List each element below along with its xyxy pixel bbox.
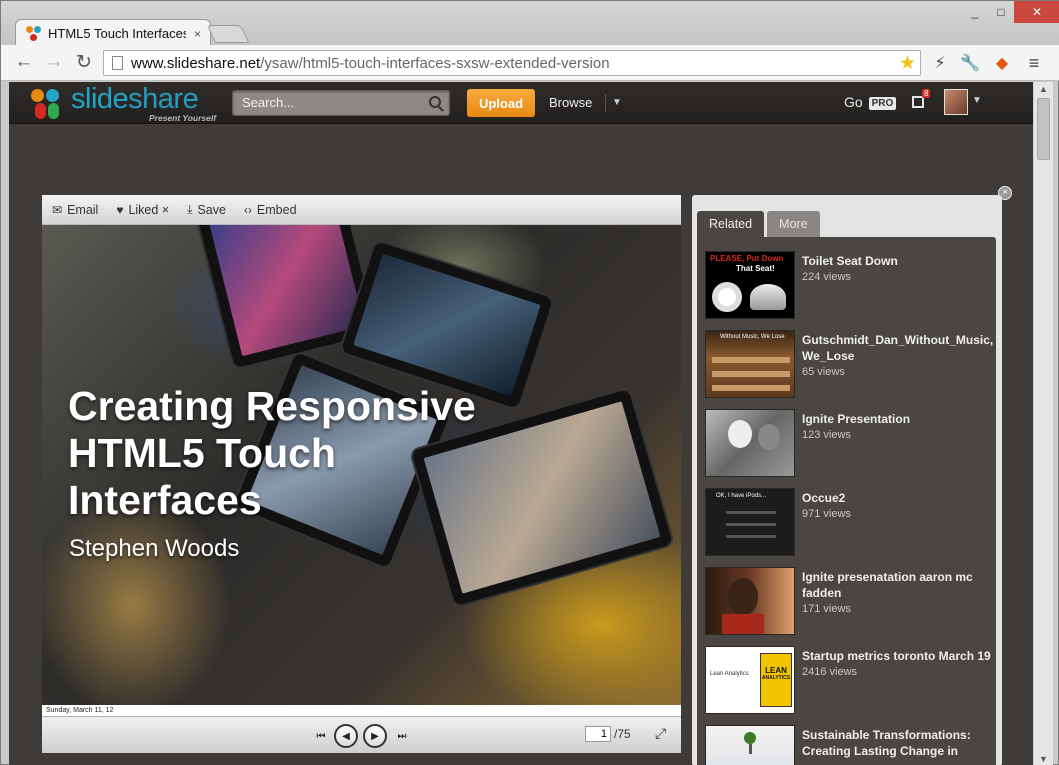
thumbnail: OK, I have iPods... xyxy=(705,488,795,556)
slide-footer-date: Sunday, March 11, 12 xyxy=(42,705,681,716)
heart-icon: ♥ xyxy=(116,202,124,217)
page-icon xyxy=(112,56,123,70)
thumbnail: Lean Analytics LEAN ANALYTICS xyxy=(705,646,795,714)
maximize-button[interactable]: □ xyxy=(988,1,1014,23)
list-item[interactable]: PLEASE, Put Down That Seat! Toilet Seat … xyxy=(697,249,996,328)
search-placeholder: Search... xyxy=(242,95,295,110)
list-item[interactable]: Ignite Presentation 123 views xyxy=(697,407,996,486)
item-title[interactable]: Gutschmidt_Dan_Without_Music, We_Lose xyxy=(802,332,993,364)
thumbnail xyxy=(705,409,795,477)
scroll-down-icon[interactable]: ▼ xyxy=(1039,754,1048,764)
item-title[interactable]: Occue2 xyxy=(802,490,992,506)
search-icon[interactable] xyxy=(429,96,441,108)
menu-icon[interactable]: ≡ xyxy=(1023,52,1045,74)
minimize-button[interactable]: _ xyxy=(962,1,988,23)
player-toolbar: ✉ Email ♥ Liked × ⤓ Save ‹› Embed xyxy=(42,195,681,225)
browser-tab[interactable]: HTML5 Touch Interfaces: × xyxy=(15,19,211,47)
list-item[interactable]: Ignite presenatation aaron mc fadden 171… xyxy=(697,565,996,644)
browser-titlebar: HTML5 Touch Interfaces: × _ □ ✕ xyxy=(1,1,1059,47)
item-views: 971 views xyxy=(802,508,851,520)
thumbnail xyxy=(705,567,795,635)
item-title[interactable]: Startup metrics toronto March 19 xyxy=(802,648,992,664)
item-views: 224 views xyxy=(802,271,851,283)
slide-image[interactable]: Creating Responsive HTML5 Touch Interfac… xyxy=(42,225,681,705)
page-number-input[interactable]: 1 xyxy=(585,726,611,742)
slide-title: Creating Responsive HTML5 Touch Interfac… xyxy=(68,383,476,523)
email-button[interactable]: ✉ Email xyxy=(52,203,98,217)
avatar[interactable] xyxy=(944,89,968,115)
item-views: 65 views xyxy=(802,366,845,378)
browser-toolbar: ← → ↻ www.slideshare.net/ysaw/html5-touc… xyxy=(1,45,1059,81)
orange-extension-icon[interactable]: ◆ xyxy=(991,52,1013,74)
slideshare-logo[interactable]: slideshare Present Yourself xyxy=(31,83,231,123)
previous-slide-button[interactable]: ◀ xyxy=(334,724,358,748)
sidebar-tabs: Related More xyxy=(697,211,823,237)
download-icon: ⤓ xyxy=(187,202,193,216)
player-controls: ⏮ ◀ ▶ ⏭ 1 /75 ⤢ xyxy=(42,716,681,753)
item-views: 123 views xyxy=(802,429,851,441)
lightning-extension-icon[interactable]: ⚡ xyxy=(929,52,951,74)
item-views: 171 views xyxy=(802,603,851,615)
notification-count-badge: 8 xyxy=(922,89,931,98)
item-title[interactable]: Ignite presenatation aaron mc fadden xyxy=(802,569,992,601)
liked-button[interactable]: ♥ Liked × xyxy=(116,203,169,217)
address-bar[interactable]: www.slideshare.net/ysaw/html5-touch-inte… xyxy=(103,50,921,76)
back-arrow-icon[interactable]: ← xyxy=(13,51,35,73)
browse-menu[interactable]: Browse xyxy=(549,95,592,110)
item-title[interactable]: Ignite Presentation xyxy=(802,411,992,427)
scroll-up-icon[interactable]: ▲ xyxy=(1039,84,1048,94)
tab-close-icon[interactable]: × xyxy=(194,27,201,41)
reload-icon[interactable]: ↻ xyxy=(73,51,95,73)
first-slide-icon[interactable]: ⏮ xyxy=(313,724,329,748)
browser-window: HTML5 Touch Interfaces: × _ □ ✕ ← → ↻ ww… xyxy=(0,0,1059,765)
list-item[interactable]: OK, I have iPods... Occue2 971 views xyxy=(697,486,996,565)
embed-button[interactable]: ‹› Embed xyxy=(244,203,297,217)
tab-related[interactable]: Related xyxy=(697,211,765,237)
slide-author: Stephen Woods xyxy=(69,535,240,562)
tab-title: HTML5 Touch Interfaces: xyxy=(48,26,186,41)
list-item[interactable]: Sustainable Transformations: Creating La… xyxy=(697,723,996,765)
item-title[interactable]: Sustainable Transformations: Creating La… xyxy=(802,727,992,759)
code-icon: ‹› xyxy=(243,202,252,217)
last-slide-icon[interactable]: ⏭ xyxy=(394,724,410,748)
chevron-down-icon[interactable]: ▼ xyxy=(605,94,622,112)
upload-button[interactable]: Upload xyxy=(467,89,535,117)
related-sidebar: Related More PLEASE, Put Down That Seat!… xyxy=(692,195,1002,765)
thumbnail: Without Music, We Lose xyxy=(705,330,795,398)
close-window-button[interactable]: ✕ xyxy=(1014,1,1059,23)
fullscreen-icon[interactable]: ⤢ xyxy=(655,725,671,741)
thumbnail: PLEASE, Put Down That Seat! xyxy=(705,251,795,319)
logo-text: slideshare xyxy=(71,83,199,115)
item-views: 2416 views xyxy=(802,666,858,678)
next-slide-button[interactable]: ▶ xyxy=(363,724,387,748)
thumbnail xyxy=(705,725,795,765)
window-controls: _ □ ✕ xyxy=(962,1,1059,23)
slide-player: ✉ Email ♥ Liked × ⤓ Save ‹› Embed Creati… xyxy=(42,195,681,753)
slideshare-logo-icon xyxy=(31,87,67,121)
list-item[interactable]: Lean Analytics LEAN ANALYTICS Startup me… xyxy=(697,644,996,723)
related-list: PLEASE, Put Down That Seat! Toilet Seat … xyxy=(697,237,996,765)
scrollbar-thumb[interactable] xyxy=(1037,98,1050,160)
slideshare-header: slideshare Present Yourself Search... Up… xyxy=(9,82,1033,124)
item-title[interactable]: Toilet Seat Down xyxy=(802,253,992,269)
envelope-icon: ✉ xyxy=(52,202,63,217)
logo-tagline: Present Yourself xyxy=(149,113,217,123)
chevron-down-icon[interactable]: ▼ xyxy=(972,95,982,106)
page-scrollbar[interactable]: ▲ ▼ xyxy=(1033,82,1053,765)
tab-more[interactable]: More xyxy=(767,211,820,237)
wrench-extension-icon[interactable]: 🔧 xyxy=(959,52,981,74)
save-button[interactable]: ⤓ Save xyxy=(187,202,226,217)
page-total: /75 xyxy=(614,727,631,741)
list-item[interactable]: Without Music, We Lose Gutschmidt_Dan_Wi… xyxy=(697,328,996,407)
search-input[interactable]: Search... xyxy=(232,90,450,116)
bookmark-star-icon[interactable]: ★ xyxy=(899,52,916,75)
new-tab-button[interactable] xyxy=(206,25,250,43)
go-pro-link[interactable]: Go PRO xyxy=(844,94,897,110)
page-viewport: slideshare Present Yourself Search... Up… xyxy=(9,82,1033,765)
url-text: www.slideshare.net/ysaw/html5-touch-inte… xyxy=(131,54,610,72)
slideshare-favicon-icon xyxy=(26,25,42,42)
forward-arrow-icon[interactable]: → xyxy=(43,51,65,73)
